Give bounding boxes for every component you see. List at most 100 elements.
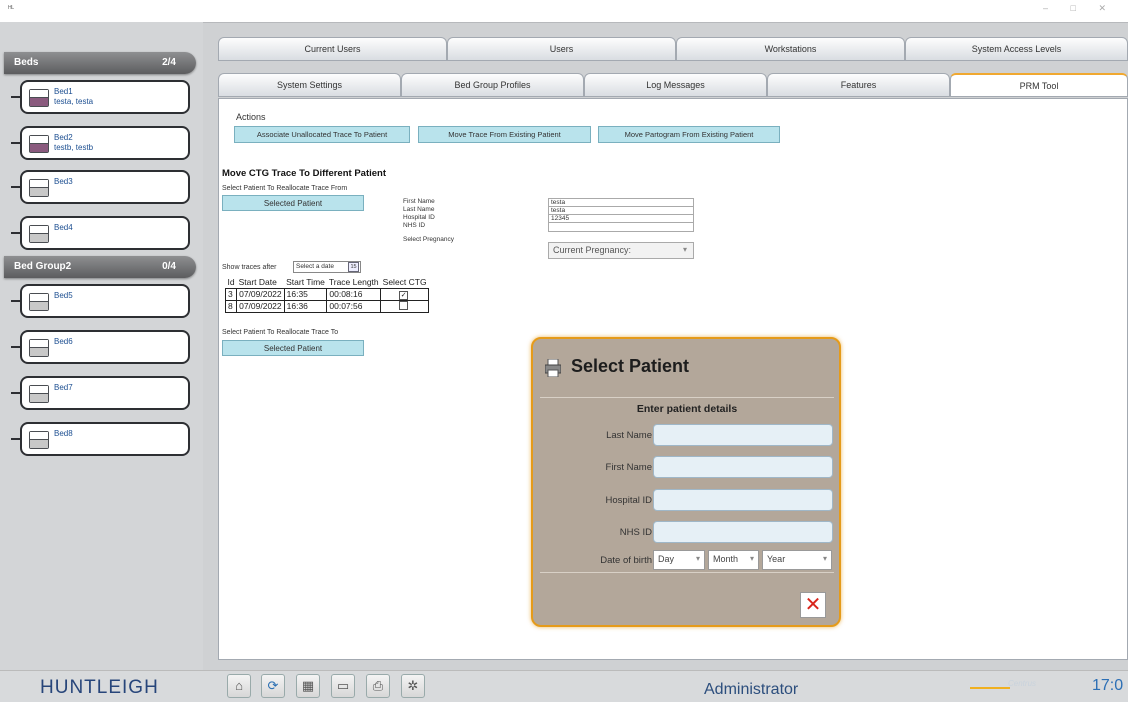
tab-system-access-levels[interactable]: System Access Levels <box>905 37 1128 61</box>
bed-patient: testa, testa <box>54 97 94 106</box>
dob-year-select[interactable]: Year ▾ <box>762 550 832 570</box>
dob-month-select[interactable]: Month ▾ <box>708 550 759 570</box>
clock: 17:0 <box>1092 677 1124 694</box>
col-start-date: Start Date <box>236 277 285 289</box>
tab-current-users[interactable]: Current Users <box>218 37 447 61</box>
tree-connector <box>11 300 20 302</box>
nhs-id-input[interactable] <box>653 521 833 543</box>
bed-name: Bed3 <box>54 177 73 186</box>
hospital-id-label: Hospital ID <box>605 495 652 506</box>
refresh-icon[interactable]: ⟳ <box>261 674 285 698</box>
selected-patient-from-button[interactable]: Selected Patient <box>222 195 364 211</box>
tree-connector <box>11 232 20 234</box>
bed-tile-bed8[interactable]: Bed8 <box>20 422 190 456</box>
actions-label: Actions <box>236 112 266 122</box>
dob-day-select[interactable]: Day ▾ <box>653 550 705 570</box>
bed-tile-bed1[interactable]: Bed1 testa, testa <box>20 80 190 114</box>
tree-connector <box>11 346 20 348</box>
tree-connector <box>11 142 20 144</box>
tab-users[interactable]: Users <box>447 37 676 61</box>
col-trace-length: Trace Length <box>326 277 381 289</box>
show-traces-label: Show traces after <box>222 264 277 271</box>
brand-accent-bar <box>970 687 1010 689</box>
bed-name: Bed2 <box>54 133 73 142</box>
hospital-id-input[interactable] <box>653 489 833 511</box>
tab-features[interactable]: Features <box>767 73 950 97</box>
tree-connector <box>11 186 20 188</box>
dob-day-value: Day <box>658 554 675 564</box>
select-ctg-checkbox[interactable] <box>399 300 409 310</box>
bed-icon <box>29 179 49 197</box>
bed-tile-bed3[interactable]: Bed3 <box>20 170 190 204</box>
hospital-id-label: Hospital ID <box>403 214 435 221</box>
dialog-title: Select Patient <box>571 356 690 376</box>
group-count: 0/4 <box>162 261 176 272</box>
move-partogram-button[interactable]: Move Partogram From Existing Patient <box>598 126 780 143</box>
grid-icon[interactable]: ▦ <box>296 674 320 698</box>
show-traces-date-picker[interactable]: Select a date 15 <box>293 261 361 273</box>
cell-start-time: 16:36 <box>283 299 328 313</box>
bed-tile-bed4[interactable]: Bed4 <box>20 216 190 250</box>
bed-tile-bed2[interactable]: Bed2 testb, testb <box>20 126 190 160</box>
chevron-down-icon: ▾ <box>822 554 827 563</box>
chevron-down-icon: ▾ <box>695 554 700 563</box>
select-ctg-checkbox[interactable]: ✓ <box>399 290 409 300</box>
printer-icon <box>545 359 561 377</box>
table-row[interactable]: 3 07/09/2022 16:35 00:08:16 ✓ <box>224 287 430 301</box>
home-icon[interactable]: ⌂ <box>227 674 251 698</box>
printer-icon[interactable]: ⎙ <box>366 674 390 698</box>
nhs-id-field <box>548 222 694 232</box>
bed-group-header-beds[interactable]: Beds 2/4 <box>4 52 196 74</box>
settings-icon[interactable]: ✲ <box>401 674 425 698</box>
cell-select-ctg <box>380 299 430 313</box>
close-button[interactable]: ✕ <box>800 592 826 618</box>
bed-icon <box>29 293 49 311</box>
cell-select-ctg: ✓ <box>380 287 430 301</box>
select-patient-dialog: Select Patient Enter patient details Las… <box>531 337 841 627</box>
bed-icon <box>29 431 49 449</box>
select-pregnancy-label: Select Pregnancy <box>403 236 454 243</box>
first-name-label: First Name <box>605 462 652 473</box>
last-name-input[interactable] <box>653 424 833 446</box>
move-trace-button[interactable]: Move Trace From Existing Patient <box>418 126 591 143</box>
dob-label: Date of birth <box>600 555 652 566</box>
window-controls[interactable]: – □ ✕ <box>1043 3 1116 14</box>
cell-trace-length: 00:08:16 <box>326 287 382 301</box>
associate-unallocated-trace-button[interactable]: Associate Unallocated Trace To Patient <box>234 126 410 143</box>
tab-log-messages[interactable]: Log Messages <box>584 73 767 97</box>
first-name-input[interactable] <box>653 456 833 478</box>
bed-icon <box>29 385 49 403</box>
reallocate-to-label: Select Patient To Reallocate Trace To <box>222 329 339 336</box>
tree-connector <box>11 96 20 98</box>
bed-icon <box>29 89 49 107</box>
bed-name: Bed8 <box>54 429 73 438</box>
bed-tile-bed6[interactable]: Bed6 <box>20 330 190 364</box>
group-count: 2/4 <box>162 57 176 68</box>
tab-prm-tool[interactable]: PRM Tool <box>950 73 1128 97</box>
cell-start-date: 07/09/2022 <box>236 287 285 301</box>
bed-tile-bed5[interactable]: Bed5 <box>20 284 190 318</box>
calendar-icon[interactable]: 15 <box>348 262 359 272</box>
tree-connector <box>11 438 20 440</box>
col-start-time: Start Time <box>284 277 327 289</box>
cell-start-date: 07/09/2022 <box>236 299 285 313</box>
patient-details-group: Enter patient details Last Name First Na… <box>540 397 834 573</box>
bed-name: Bed7 <box>54 383 73 392</box>
tab-system-settings[interactable]: System Settings <box>218 73 401 97</box>
selected-patient-to-button[interactable]: Selected Patient <box>222 340 364 356</box>
tab-bed-group-profiles[interactable]: Bed Group Profiles <box>401 73 584 97</box>
tab-row-bottom: System Settings Bed Group Profiles Log M… <box>218 73 1128 97</box>
monitor-icon[interactable]: ▭ <box>331 674 355 698</box>
bed-name: Bed4 <box>54 223 73 232</box>
bed-tile-bed7[interactable]: Bed7 <box>20 376 190 410</box>
bed-group-header-group2[interactable]: Bed Group2 0/4 <box>4 256 196 278</box>
pregnancy-select[interactable]: Current Pregnancy: ▾ <box>548 242 694 259</box>
traces-table: Id Start Date Start Time Trace Length Se… <box>224 277 430 313</box>
bed-name: Bed1 <box>54 87 73 96</box>
tab-workstations[interactable]: Workstations <box>676 37 905 61</box>
nhs-id-label: NHS ID <box>403 222 426 229</box>
pregnancy-value: Current Pregnancy: <box>553 245 632 255</box>
bed-patient: testb, testb <box>54 143 94 152</box>
table-row[interactable]: 8 07/09/2022 16:36 00:07:56 <box>224 299 430 313</box>
first-name-label: First Name <box>403 198 435 205</box>
